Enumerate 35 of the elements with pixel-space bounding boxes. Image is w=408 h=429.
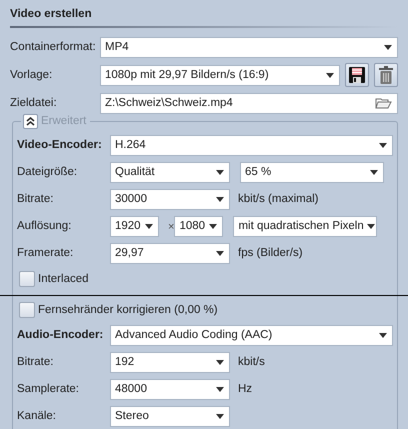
field-label: Bitrate: xyxy=(17,355,54,370)
dropdown[interactable]: 30000 xyxy=(110,189,230,210)
dropdown[interactable]: 1080 xyxy=(174,216,224,238)
dropdown[interactable]: 1080p mit 29,97 Bildern/s (16:9) xyxy=(100,64,340,86)
field-label: Auflösung: xyxy=(17,219,72,234)
unit-label: Hz xyxy=(238,382,252,398)
dropdown[interactable]: mit quadratischen Pixeln xyxy=(233,216,378,238)
dropdown[interactable]: 29,97 xyxy=(110,243,230,264)
dropdown[interactable]: Stereo xyxy=(110,406,230,428)
field-label: Video-Encoder: xyxy=(17,138,103,154)
unit-label: fps (Bilder/s) xyxy=(238,246,303,262)
field-label: Zieldatei: xyxy=(10,96,58,111)
unit-label: kbit/s xyxy=(238,355,265,370)
dropdown[interactable]: Qualität xyxy=(110,162,230,184)
dropdown[interactable]: 1920 xyxy=(110,216,159,238)
dropdown[interactable]: 65 % xyxy=(240,162,384,184)
dropdown[interactable]: H.264 xyxy=(110,135,393,156)
section-title: Video erstellen xyxy=(10,7,92,22)
times-sign: × xyxy=(168,220,174,234)
field-label: Bitrate: xyxy=(17,192,54,208)
field-label: Samplerate: xyxy=(17,382,80,398)
field-label: Framerate: xyxy=(17,246,74,262)
dropdown[interactable]: 192 xyxy=(110,352,230,374)
field-label: Containerformat: xyxy=(10,40,97,55)
field-label: Dateigröße: xyxy=(17,165,78,180)
dropdown[interactable]: MP4 xyxy=(100,36,398,58)
dropdown[interactable]: Advanced Audio Coding (AAC) xyxy=(110,325,393,346)
field-label: Kanäle: xyxy=(17,409,58,424)
checkbox-label: Interlaced xyxy=(38,272,89,287)
file-path-field[interactable]: Z:\Schweiz\Schweiz.mp4 xyxy=(100,92,398,114)
field-label: Vorlage: xyxy=(10,68,54,83)
checkbox-label: Fernsehränder korrigieren (0,00 %) xyxy=(38,302,218,318)
dropdown[interactable]: 48000 xyxy=(110,379,230,400)
field-label: Audio-Encoder: xyxy=(17,328,104,344)
unit-label: kbit/s (maximal) xyxy=(238,192,319,208)
